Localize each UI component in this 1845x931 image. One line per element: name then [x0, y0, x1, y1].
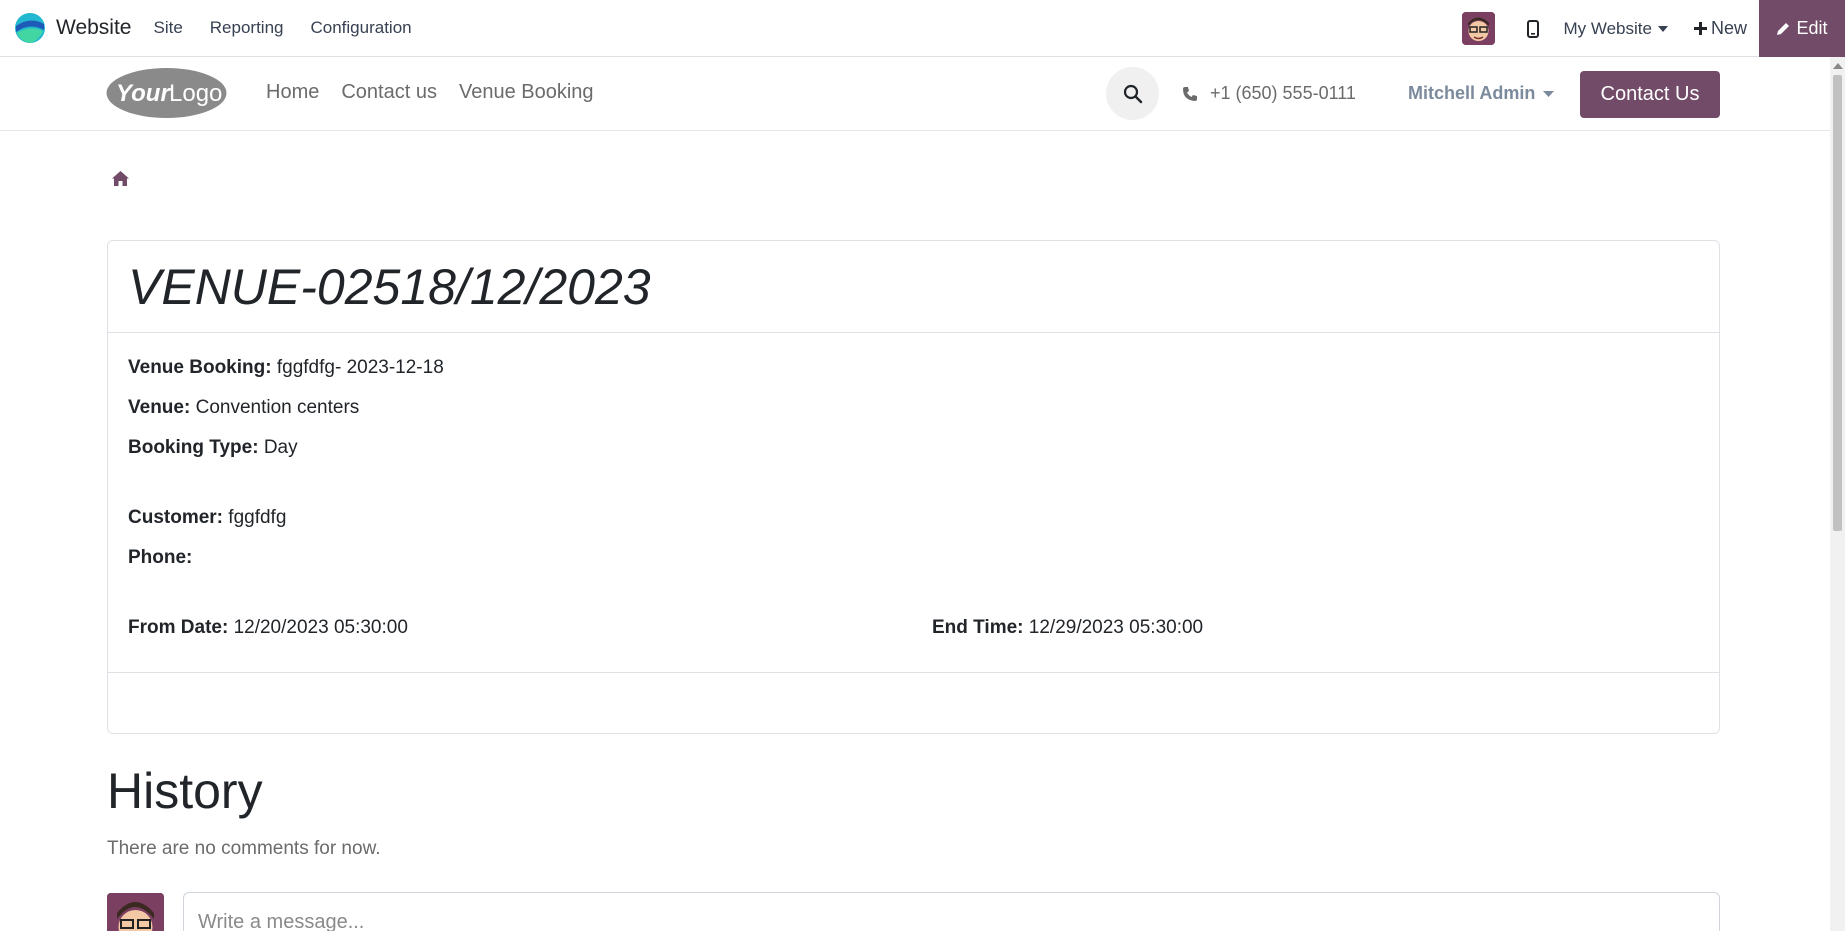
- field-venue-booking: Venue Booking: fggfdfg- 2023-12-18: [128, 357, 444, 379]
- edit-button-label: Edit: [1796, 18, 1828, 38]
- field-label: Customer:: [128, 507, 224, 528]
- user-menu[interactable]: Mitchell Admin: [1408, 83, 1555, 104]
- no-comments-text: There are no comments for now.: [107, 838, 381, 859]
- admin-navbar-right: My Website New Edit: [1462, 0, 1845, 57]
- phone-number: +1 (650) 555-0111: [1210, 83, 1356, 103]
- message-input[interactable]: [183, 892, 1720, 931]
- mobile-preview-icon[interactable]: [1527, 19, 1540, 38]
- app-name[interactable]: Website: [56, 16, 131, 40]
- admin-navbar: Website Site Reporting Configuration My …: [0, 0, 1845, 57]
- field-value: 12/29/2023 05:30:00: [1028, 617, 1204, 638]
- plus-icon: [1693, 22, 1707, 35]
- card-body: Venue Booking: fggfdfg- 2023-12-18 Venue…: [108, 333, 1719, 673]
- field-booking-type: Booking Type: Day: [128, 437, 298, 459]
- main-nav: Home Contact us Venue Booking: [266, 81, 594, 104]
- field-from-date: From Date: 12/20/2023 05:30:00: [128, 617, 408, 639]
- field-label: From Date:: [128, 617, 229, 638]
- field-value: Day: [263, 437, 298, 458]
- pencil-icon: [1777, 22, 1790, 35]
- field-label: Phone:: [128, 547, 193, 568]
- nav-venue-booking[interactable]: Venue Booking: [459, 81, 594, 104]
- svg-text:Logo: Logo: [169, 80, 222, 107]
- contact-us-button[interactable]: Contact Us: [1580, 71, 1720, 118]
- menu-configuration[interactable]: Configuration: [311, 18, 412, 38]
- new-button-label: New: [1710, 18, 1747, 38]
- nav-contact-us[interactable]: Contact us: [341, 81, 437, 104]
- field-customer: Customer: fggfdfg: [128, 507, 286, 529]
- edit-button[interactable]: Edit: [1759, 0, 1845, 57]
- site-header: Your Logo Home Contact us Venue Booking …: [0, 57, 1830, 131]
- website-switcher-label: My Website: [1563, 18, 1652, 38]
- breadcrumb: [111, 170, 130, 192]
- nav-home[interactable]: Home: [266, 81, 319, 104]
- user-name: Mitchell Admin: [1408, 83, 1536, 103]
- field-value: 12/20/2023 05:30:00: [233, 617, 408, 638]
- card-header: VENUE-02518/12/2023: [108, 241, 1719, 333]
- field-label: Venue:: [128, 397, 191, 418]
- field-label: End Time:: [932, 617, 1024, 638]
- search-icon: [1123, 84, 1142, 103]
- phone-link[interactable]: +1 (650) 555-0111: [1182, 83, 1356, 104]
- composer-avatar: [107, 893, 164, 931]
- field-label: Venue Booking:: [128, 357, 272, 378]
- field-label: Booking Type:: [128, 437, 259, 458]
- caret-down-icon: [1543, 90, 1555, 97]
- menu-reporting[interactable]: Reporting: [210, 18, 284, 38]
- scroll-up-arrow[interactable]: [1833, 63, 1843, 69]
- svg-text:Your: Your: [116, 80, 171, 107]
- field-venue: Venue: Convention centers: [128, 397, 359, 419]
- search-button[interactable]: [1106, 67, 1159, 120]
- booking-card: VENUE-02518/12/2023 Venue Booking: fggfd…: [107, 240, 1720, 734]
- website-switcher[interactable]: My Website: [1563, 19, 1668, 39]
- site-logo[interactable]: Your Logo: [106, 67, 227, 119]
- user-avatar[interactable]: [1462, 12, 1496, 45]
- field-value: fggfdfg- 2023-12-18: [276, 357, 444, 378]
- field-value: Convention centers: [195, 397, 360, 418]
- caret-down-icon: [1657, 25, 1668, 32]
- menu-site[interactable]: Site: [153, 18, 182, 38]
- field-phone: Phone:: [128, 547, 192, 569]
- field-value: fggfdfg: [228, 507, 287, 528]
- home-icon[interactable]: [111, 170, 130, 187]
- record-title: VENUE-02518/12/2023: [128, 258, 651, 315]
- website-app-icon[interactable]: [14, 12, 46, 44]
- scrollbar-thumb[interactable]: [1833, 75, 1842, 531]
- history-title: History: [107, 763, 263, 819]
- page-scrollbar[interactable]: [1830, 57, 1845, 931]
- field-end-time: End Time: 12/29/2023 05:30:00: [932, 617, 1203, 639]
- new-button[interactable]: New: [1693, 18, 1747, 39]
- phone-icon: [1183, 86, 1197, 101]
